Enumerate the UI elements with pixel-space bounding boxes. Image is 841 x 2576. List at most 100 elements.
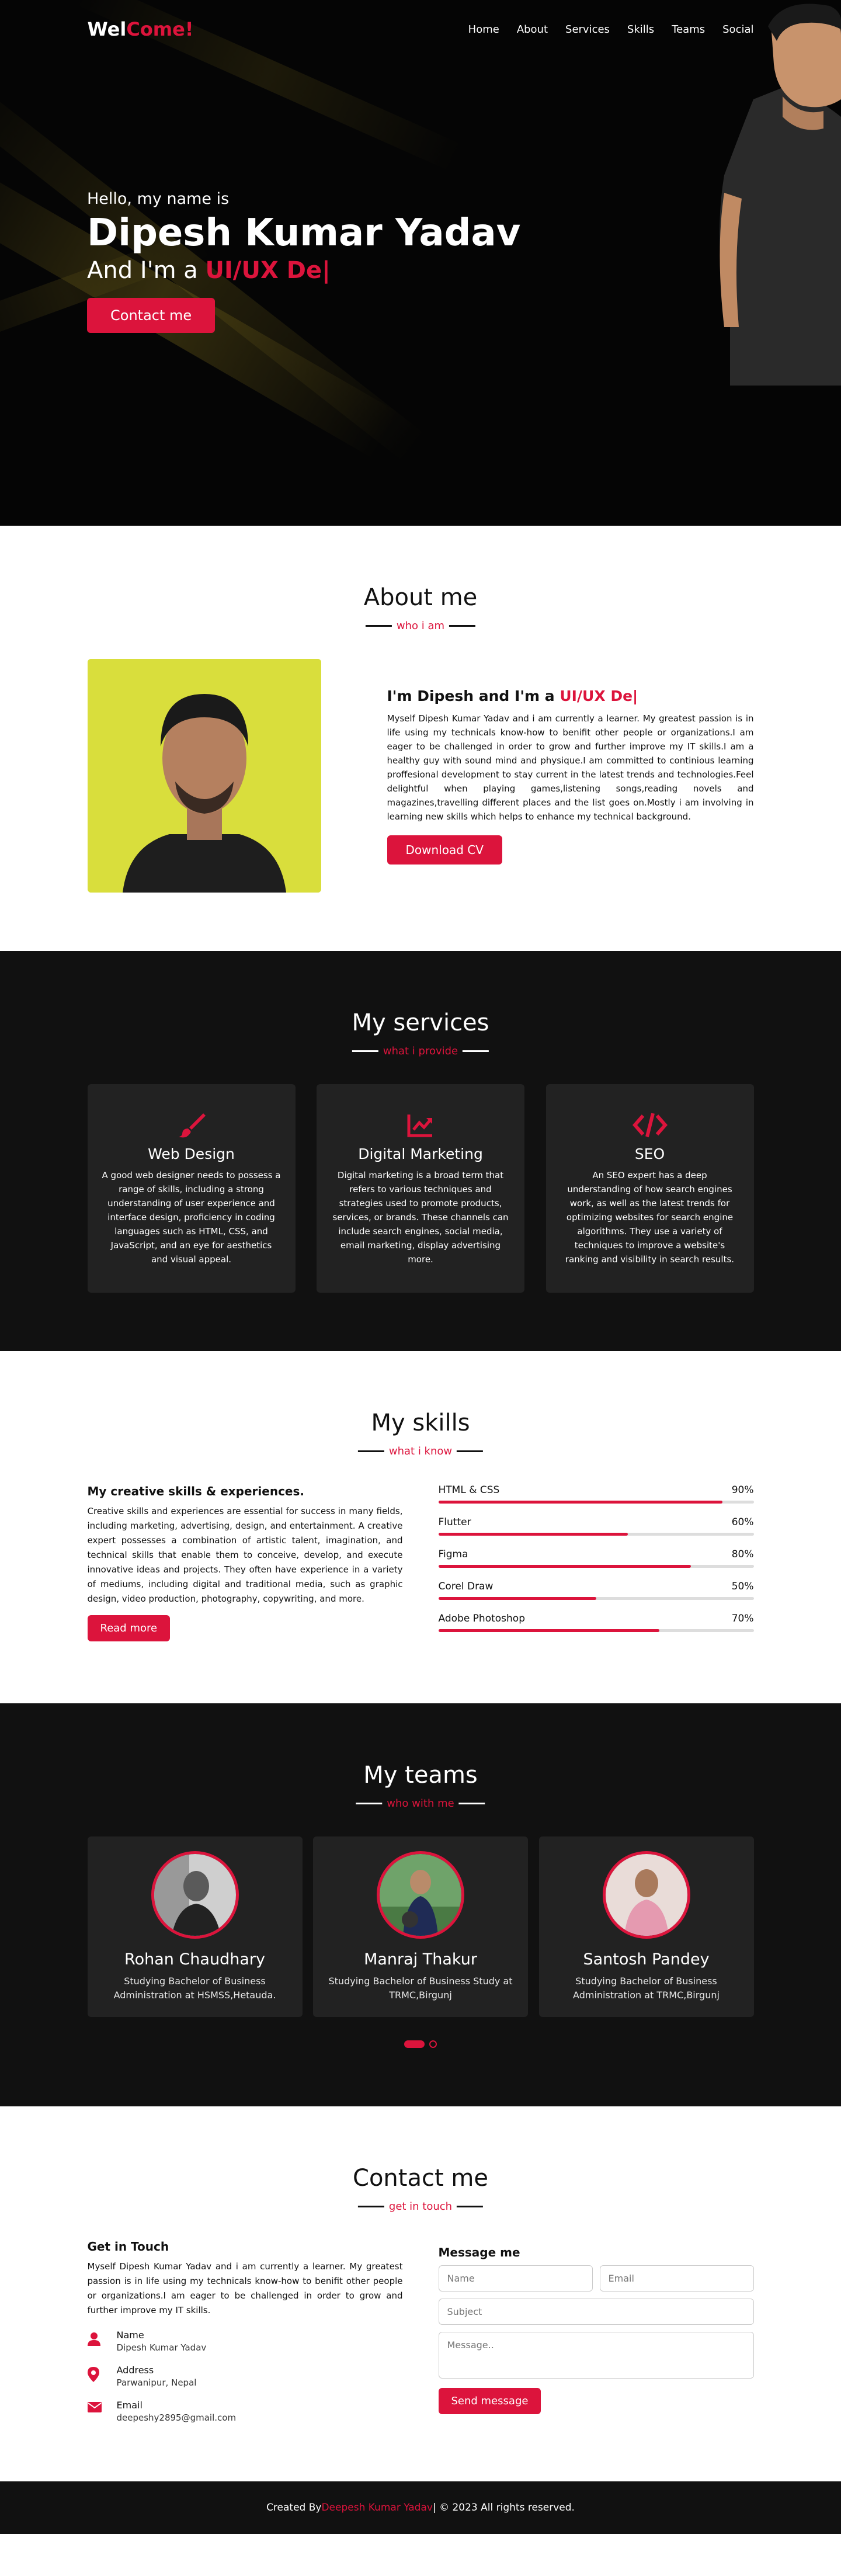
skill-bar: Corel Draw 50% xyxy=(438,1581,754,1600)
team-card: Manraj Thakur Studying Bachelor of Busin… xyxy=(313,1836,528,2017)
contact-form: Message me Send message xyxy=(438,2240,754,2423)
teams-title: My teams who with me xyxy=(88,1762,754,1810)
contact-value: Dipesh Kumar Yadav xyxy=(116,2342,207,2353)
services-title: My services what i provide xyxy=(88,1009,754,1057)
read-more-button[interactable]: Read more xyxy=(87,1615,171,1641)
teams-section: My teams who with me Rohan Chaudhary Stud… xyxy=(0,1703,841,2106)
logo[interactable]: WelCome! xyxy=(88,18,194,40)
team-card: Santosh Pandey Studying Bachelor of Busi… xyxy=(538,1836,754,2017)
skill-percent: 80% xyxy=(731,1549,754,1560)
skills-title: My skills what i know xyxy=(88,1409,754,1457)
team-card: Rohan Chaudhary Studying Bachelor of Bus… xyxy=(87,1836,303,2017)
team-member-text: Studying Bachelor of Business Administra… xyxy=(573,1976,720,2001)
service-title: SEO xyxy=(634,1145,665,1162)
contact-value: Parwanipur, Nepal xyxy=(116,2377,197,2388)
hello-text: Hello, my name is xyxy=(87,190,230,208)
service-card: SEO An SEO expert has a deep understandi… xyxy=(545,1084,754,1293)
skill-bar: HTML & CSS 90% xyxy=(438,1484,754,1504)
section-title-text: About me xyxy=(363,584,478,611)
footer-author-link[interactable]: Deepesh Kumar Yadav xyxy=(321,2502,432,2513)
contact-me-button[interactable]: Contact me xyxy=(87,298,216,333)
skills-section: My skills what i know My creative skills … xyxy=(0,1351,841,1703)
team-member-name: Rohan Chaudhary xyxy=(124,1950,265,1969)
about-heading-prefix: I'm Dipesh and I'm a xyxy=(387,687,560,704)
nav-item-services[interactable]: Services xyxy=(565,23,610,36)
section-title-text: My teams xyxy=(363,1762,478,1789)
skill-percent: 60% xyxy=(731,1516,754,1528)
email-field[interactable] xyxy=(599,2265,754,2292)
skill-percent: 90% xyxy=(731,1484,754,1496)
carousel-dot[interactable] xyxy=(404,2040,425,2048)
carousel-dots xyxy=(88,2040,754,2048)
service-card: Web Design A good web designer needs to … xyxy=(87,1084,296,1293)
carousel-dot[interactable] xyxy=(429,2040,437,2048)
skill-bars: HTML & CSS 90% Flutter 60% Figma 80% Corel … xyxy=(438,1484,754,1645)
skills-paragraph: Creative skills and experiences are esse… xyxy=(87,1506,403,1604)
envelope-icon xyxy=(87,2400,117,2415)
contact-name-row: Name Dipesh Kumar Yadav xyxy=(87,2329,403,2353)
skill-name: Adobe Photoshop xyxy=(438,1613,526,1624)
name-field[interactable] xyxy=(438,2265,593,2292)
download-cv-button[interactable]: Download CV xyxy=(387,835,502,865)
contact-label: Email xyxy=(116,2400,143,2411)
section-title-text: My skills xyxy=(371,1409,470,1436)
logo-main: Wel xyxy=(87,18,127,40)
skill-fill xyxy=(438,1597,596,1600)
team-member-name: Santosh Pandey xyxy=(583,1950,710,1969)
code-icon xyxy=(561,1110,739,1140)
section-title-text: Contact me xyxy=(353,2165,488,2192)
about-title: About me who i am xyxy=(88,584,754,632)
subject-field[interactable] xyxy=(438,2299,754,2325)
skill-fill xyxy=(438,1565,691,1568)
skill-fill xyxy=(438,1501,722,1504)
section-subtitle: what i provide xyxy=(352,1045,489,1057)
section-subtitle: who i am xyxy=(365,620,476,632)
navbar: WelCome! Home About Services Skills Team… xyxy=(0,0,841,58)
skill-percent: 70% xyxy=(731,1613,754,1624)
avatar xyxy=(151,1851,239,1939)
about-section: About me who i am I'm Dipesh and I'm a UI… xyxy=(0,526,841,951)
avatar xyxy=(377,1851,464,1939)
skill-name: Figma xyxy=(438,1549,468,1560)
nav-item-about[interactable]: About xyxy=(517,23,548,36)
contact-title: Contact me get in touch xyxy=(88,2165,754,2213)
send-message-button[interactable]: Send message xyxy=(438,2388,541,2414)
skill-bar: Figma 80% xyxy=(438,1549,754,1568)
team-member-text: Studying Bachelor of Business Administra… xyxy=(113,1976,276,2001)
service-card: Digital Marketing Digital marketing is a… xyxy=(317,1084,524,1293)
skills-description: My creative skills & experiences. Creati… xyxy=(87,1484,403,1645)
footer-suffix: | © 2023 All rights reserved. xyxy=(432,2502,575,2513)
nav-item-home[interactable]: Home xyxy=(468,23,499,36)
message-field[interactable] xyxy=(438,2332,754,2379)
section-subtitle-text: what i provide xyxy=(383,1045,458,1057)
contact-address-row: Address Parwanipur, Nepal xyxy=(87,2365,403,2388)
paint-brush-icon xyxy=(102,1110,281,1140)
skills-heading: My creative skills & experiences. xyxy=(87,1484,305,1498)
footer-prefix: Created By xyxy=(266,2502,322,2513)
contact-label: Name xyxy=(116,2329,144,2341)
team-member-text: Studying Bachelor of Business Study at T… xyxy=(328,1976,513,2001)
hero-role: And I'm a UI/UX De| xyxy=(87,257,520,284)
contact-value[interactable]: deepeshy2895@gmail.com xyxy=(117,2412,237,2423)
nav-item-social[interactable]: Social xyxy=(722,23,753,36)
skill-name: HTML & CSS xyxy=(438,1484,500,1496)
nav-item-teams[interactable]: Teams xyxy=(672,23,705,36)
about-heading: I'm Dipesh and I'm a UI/UX De| xyxy=(387,688,754,704)
section-subtitle-text: who with me xyxy=(387,1797,454,1810)
team-member-name: Manraj Thakur xyxy=(364,1950,477,1969)
service-text: An SEO expert has a deep understanding o… xyxy=(565,1170,735,1265)
about-text: I'm Dipesh and I'm a UI/UX De| Myself Di… xyxy=(387,688,754,865)
section-subtitle-text: get in touch xyxy=(388,2200,453,2213)
nav-item-skills[interactable]: Skills xyxy=(627,23,654,36)
avatar xyxy=(602,1851,690,1939)
contact-label: Address xyxy=(116,2365,154,2376)
nav-menu: Home About Services Skills Teams Social xyxy=(468,23,754,36)
section-subtitle: what i know xyxy=(357,1445,484,1457)
contact-email-row: Email deepeshy2895@gmail.com xyxy=(87,2400,403,2423)
role-typed: UI/UX De| xyxy=(205,257,331,284)
logo-accent: Come! xyxy=(126,18,194,40)
skill-fill xyxy=(438,1629,659,1632)
service-title: Digital Marketing xyxy=(358,1145,483,1162)
skill-percent: 50% xyxy=(731,1581,754,1592)
service-text: A good web designer needs to possess a r… xyxy=(102,1170,281,1265)
